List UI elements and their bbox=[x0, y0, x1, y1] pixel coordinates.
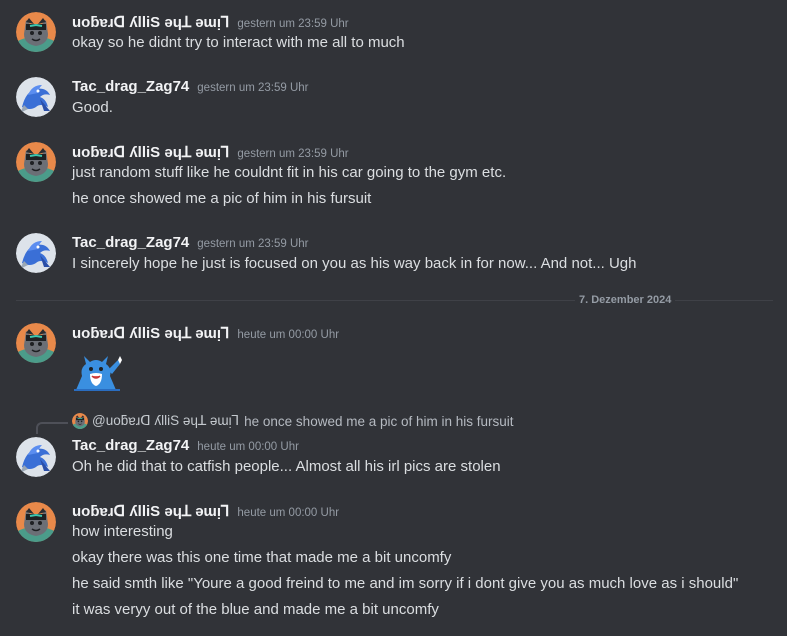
message-text: it was veryy out of the blue and made me… bbox=[72, 601, 439, 618]
username[interactable]: uoƃɐɹᗡ ʎlliS ǝɥꓕ ǝɯᴉꓶ bbox=[72, 13, 229, 31]
message-text: how interesting bbox=[72, 523, 173, 540]
message-text: he said smth like "Youre a good freind t… bbox=[72, 575, 739, 592]
message-text: Good. bbox=[72, 99, 113, 116]
message-header: Tac_drag_Zag74 heute um 00:00 Uhr bbox=[72, 437, 299, 454]
message-text: okay so he didnt try to interact with me… bbox=[72, 34, 405, 51]
message-header: uoƃɐɹᗡ ʎlliS ǝɥꓕ ǝɯᴉꓶ gestern um 23:59 U… bbox=[72, 143, 349, 161]
username[interactable]: Tac_drag_Zag74 bbox=[72, 437, 189, 454]
wolf-avatar-icon[interactable] bbox=[16, 142, 56, 182]
message-text: just random stuff like he couldnt fit in… bbox=[72, 164, 507, 181]
message-header: uoƃɐɹᗡ ʎlliS ǝɥꓕ ǝɯᴉꓶ heute um 00:00 Uhr bbox=[72, 324, 339, 342]
waving-blue-dragon-sticker[interactable] bbox=[72, 350, 122, 392]
message-header: Tac_drag_Zag74 gestern um 23:59 Uhr bbox=[72, 78, 309, 95]
message-text: okay there was this one time that made m… bbox=[72, 549, 452, 566]
date-divider-label: 7. Dezember 2024 bbox=[575, 294, 676, 306]
message-header: uoƃɐɹᗡ ʎlliS ǝɥꓕ ǝɯᴉꓶ gestern um 23:59 U… bbox=[72, 13, 349, 31]
dragon-avatar-icon[interactable] bbox=[16, 77, 56, 117]
dragon-avatar-icon[interactable] bbox=[16, 233, 56, 273]
dragon-avatar-icon[interactable] bbox=[16, 437, 56, 477]
timestamp: gestern um 23:59 Uhr bbox=[237, 18, 349, 30]
wolf-avatar-icon[interactable] bbox=[16, 12, 56, 52]
username[interactable]: uoƃɐɹᗡ ʎlliS ǝɥꓕ ǝɯᴉꓶ bbox=[72, 143, 229, 161]
message-text: he once showed me a pic of him in his fu… bbox=[72, 190, 372, 207]
username[interactable]: uoƃɐɹᗡ ʎlliS ǝɥꓕ ǝɯᴉꓶ bbox=[72, 324, 229, 342]
reply-preview[interactable]: @uoƃɐɹᗡ ʎlliS ǝɥꓕ ǝɯᴉꓶ he once showed me… bbox=[72, 413, 514, 429]
wolf-avatar-icon bbox=[72, 413, 88, 429]
reply-text: he once showed me a pic of him in his fu… bbox=[244, 413, 514, 429]
message-header: uoƃɐɹᗡ ʎlliS ǝɥꓕ ǝɯᴉꓶ heute um 00:00 Uhr bbox=[72, 502, 339, 520]
timestamp: gestern um 23:59 Uhr bbox=[197, 238, 309, 250]
timestamp: gestern um 23:59 Uhr bbox=[197, 82, 309, 94]
message-header: Tac_drag_Zag74 gestern um 23:59 Uhr bbox=[72, 234, 309, 251]
reply-username[interactable]: @uoƃɐɹᗡ ʎlliS ǝɥꓕ ǝɯᴉꓶ bbox=[92, 413, 239, 429]
reply-connector bbox=[36, 422, 68, 434]
timestamp: heute um 00:00 Uhr bbox=[197, 441, 299, 453]
username[interactable]: Tac_drag_Zag74 bbox=[72, 234, 189, 251]
message-text: I sincerely hope he just is focused on y… bbox=[72, 255, 637, 272]
chat-message-list: uoƃɐɹᗡ ʎlliS ǝɥꓕ ǝɯᴉꓶ gestern um 23:59 U… bbox=[0, 0, 787, 636]
username[interactable]: uoƃɐɹᗡ ʎlliS ǝɥꓕ ǝɯᴉꓶ bbox=[72, 502, 229, 520]
wolf-avatar-icon[interactable] bbox=[16, 323, 56, 363]
username[interactable]: Tac_drag_Zag74 bbox=[72, 78, 189, 95]
timestamp: gestern um 23:59 Uhr bbox=[237, 148, 349, 160]
timestamp: heute um 00:00 Uhr bbox=[237, 507, 340, 519]
message-text: Oh he did that to catfish people... Almo… bbox=[72, 458, 501, 475]
timestamp: heute um 00:00 Uhr bbox=[237, 329, 340, 341]
wolf-avatar-icon[interactable] bbox=[16, 502, 56, 542]
